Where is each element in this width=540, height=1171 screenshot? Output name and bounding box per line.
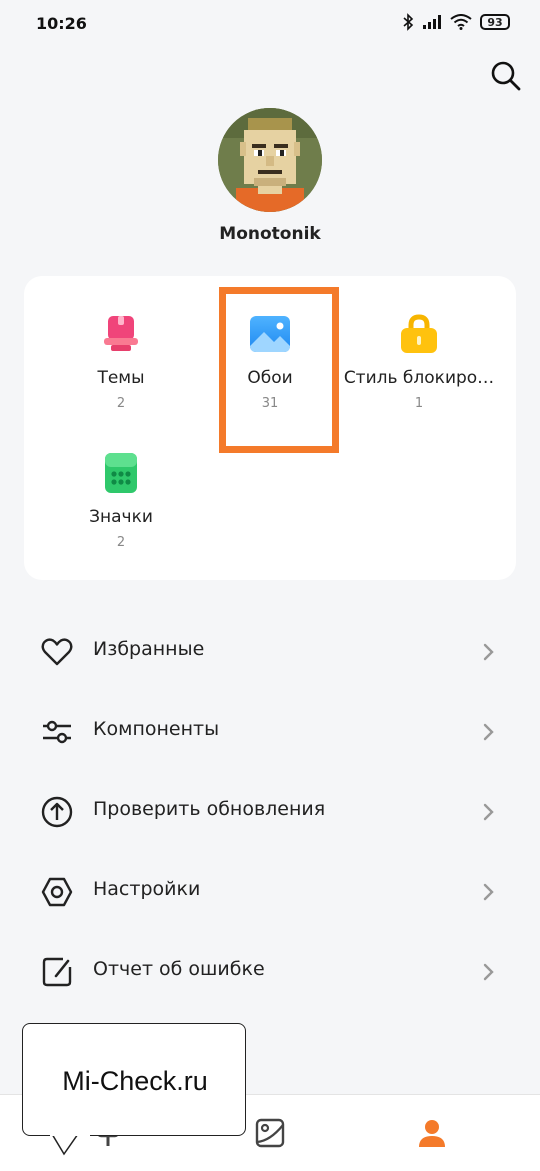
menu-item-favorites[interactable]: Избранные bbox=[0, 612, 540, 692]
category-label: Стиль блокиро… bbox=[343, 368, 495, 388]
avatar[interactable] bbox=[218, 108, 322, 212]
menu-item-settings[interactable]: Настройки bbox=[0, 852, 540, 932]
highlight-frame bbox=[219, 287, 339, 453]
status-time: 10:26 bbox=[36, 14, 87, 33]
category-icons[interactable]: Значки 2 bbox=[41, 415, 201, 555]
update-arrow-icon bbox=[41, 796, 73, 828]
watermark-text: Mi-Check.ru bbox=[62, 1066, 208, 1096]
menu-item-check-updates[interactable]: Проверить обновления bbox=[0, 772, 540, 852]
status-icons: 93 bbox=[402, 13, 510, 31]
watermark-callout: Mi-Check.ru bbox=[22, 1023, 246, 1136]
sliders-icon bbox=[43, 720, 71, 744]
category-count: 2 bbox=[116, 535, 126, 550]
chevron-right-icon bbox=[483, 723, 494, 741]
category-themes[interactable]: Темы 2 bbox=[41, 276, 201, 416]
category-lockscreen-style[interactable]: Стиль блокиро… 1 bbox=[339, 276, 499, 416]
category-label: Темы bbox=[97, 368, 145, 388]
profile-tab-icon[interactable] bbox=[416, 1117, 448, 1149]
settings-menu: Избранные Компоненты Проверить обновлени… bbox=[0, 612, 540, 1012]
icons-grid-icon bbox=[105, 453, 137, 493]
battery-indicator: 93 bbox=[480, 14, 510, 30]
menu-item-bug-report[interactable]: Отчет об ошибке bbox=[0, 932, 540, 1012]
bluetooth-icon bbox=[403, 13, 414, 31]
menu-label: Избранные bbox=[93, 638, 205, 660]
menu-label: Компоненты bbox=[93, 718, 220, 740]
callout-tail bbox=[50, 1134, 90, 1156]
chevron-right-icon bbox=[483, 883, 494, 901]
search-icon[interactable] bbox=[488, 58, 524, 94]
signal-icon bbox=[423, 15, 441, 29]
wallpapers-tab-icon[interactable] bbox=[254, 1117, 286, 1149]
themes-brush-icon bbox=[104, 316, 138, 351]
menu-label: Настройки bbox=[93, 878, 201, 900]
menu-label: Отчет об ошибке bbox=[93, 958, 265, 980]
menu-item-components[interactable]: Компоненты bbox=[0, 692, 540, 772]
settings-hexagon-icon bbox=[41, 877, 73, 907]
chevron-right-icon bbox=[483, 643, 494, 661]
status-bar: 10:26 93 bbox=[0, 0, 540, 52]
category-label: Значки bbox=[89, 507, 153, 527]
chevron-right-icon bbox=[483, 963, 494, 981]
category-count: 1 bbox=[414, 396, 424, 411]
feedback-pencil-icon bbox=[42, 957, 72, 987]
chevron-right-icon bbox=[483, 803, 494, 821]
category-count: 2 bbox=[116, 396, 126, 411]
menu-label: Проверить обновления bbox=[93, 798, 326, 820]
profile-name: Monotonik bbox=[219, 224, 321, 244]
wifi-icon bbox=[450, 14, 472, 30]
avatar-image bbox=[218, 108, 322, 212]
heart-icon bbox=[41, 638, 73, 666]
lock-icon bbox=[401, 314, 437, 353]
